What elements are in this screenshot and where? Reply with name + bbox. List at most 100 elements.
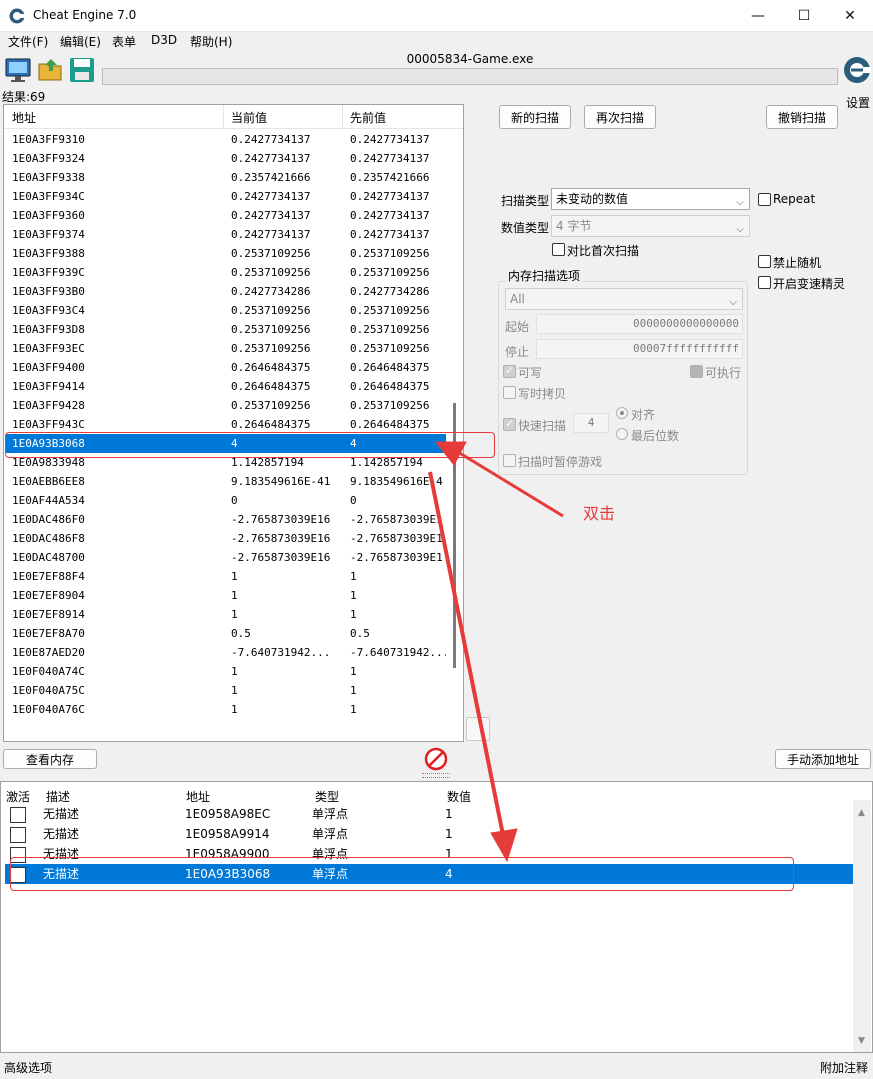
table-row[interactable]: 无描述 1E0958A9914 单浮点 1 <box>5 824 854 844</box>
save-disk-icon[interactable] <box>68 56 96 84</box>
scroll-up-icon[interactable]: ▲ <box>858 808 865 818</box>
column-active[interactable]: 激活 <box>6 788 30 805</box>
splitter-button[interactable] <box>466 717 490 741</box>
found-row[interactable]: 1E0A3FF9400 0.2646484375 0.2646484375 <box>6 358 446 377</box>
new-scan-button[interactable]: 新的扫描 <box>499 105 571 129</box>
found-current-value-cell: 0.2646484375 <box>231 361 311 374</box>
align-radio[interactable] <box>616 407 628 419</box>
found-row[interactable]: 1E0E87AED20 -7.640731942... -7.640731942..… <box>6 643 446 662</box>
found-address-cell: 1E0A3FF93B0 <box>12 285 85 298</box>
view-memory-button[interactable]: 查看内存 <box>3 749 97 769</box>
found-address-cell: 1E0F040A76C <box>12 703 85 716</box>
column-address[interactable]: 地址 <box>12 109 36 126</box>
found-row[interactable]: 1E0A3FF93B0 0.2427734286 0.2427734286 <box>6 282 446 301</box>
scan-type-select[interactable]: 未变动的数值 ⌵ <box>551 188 750 210</box>
found-row[interactable]: 1E0A3FF9374 0.2427734137 0.2427734137 <box>6 225 446 244</box>
column-address[interactable]: 地址 <box>186 788 210 805</box>
address-list-scrollbar[interactable]: ▲ ▼ <box>853 800 871 1052</box>
copy-on-write-checkbox[interactable] <box>503 386 516 399</box>
found-row[interactable]: 1E0A3FF9310 0.2427734137 0.2427734137 <box>6 130 446 149</box>
table-row[interactable]: 无描述 1E0958A98EC 单浮点 1 <box>5 804 854 824</box>
found-row[interactable]: 1E0DAC48700 -2.765873039E16 -2.765873039E1 <box>6 548 446 567</box>
monitor-icon[interactable] <box>4 56 32 84</box>
advanced-options-link[interactable]: 高级选项 <box>4 1059 52 1076</box>
undo-scan-button[interactable]: 撤销扫描 <box>766 105 838 129</box>
found-row[interactable]: 1E0A3FF934C 0.2427734137 0.2427734137 <box>6 187 446 206</box>
found-address-list[interactable]: 地址 当前值 先前值 1E0A3FF9310 0.2427734137 0.2427… <box>3 104 464 742</box>
found-row[interactable]: 1E0A3FF9324 0.2427734137 0.2427734137 <box>6 149 446 168</box>
last-digits-radio[interactable] <box>616 428 628 440</box>
found-address-cell: 1E0A3FF934C <box>12 190 85 203</box>
disable-random-checkbox[interactable] <box>758 255 771 268</box>
menu-d3d[interactable]: D3D <box>151 33 177 47</box>
value-cell: 1 <box>445 827 453 841</box>
found-row[interactable]: 1E0DAC486F0 -2.765873039E16 -2.765873039E1 <box>6 510 446 529</box>
column-previous-value[interactable]: 先前值 <box>350 109 386 126</box>
active-checkbox[interactable] <box>10 827 26 843</box>
found-previous-value-cell: 0.2646484375 <box>350 361 430 374</box>
found-row[interactable]: 1E0A3FF93C4 0.2537109256 0.2537109256 <box>6 301 446 320</box>
found-current-value-cell: 1 <box>231 703 238 716</box>
found-row[interactable]: 1E0E7EF8A70 0.5 0.5 <box>6 624 446 643</box>
menu-help[interactable]: 帮助(H) <box>190 33 232 50</box>
add-address-button[interactable]: 手动添加地址 <box>775 749 871 769</box>
found-row[interactable]: 1E0AEBB6EE8 9.183549616E-41 9.183549616E-4 <box>6 472 446 491</box>
found-address-cell: 1E0A3FF9338 <box>12 171 85 184</box>
found-row[interactable]: 1E0A3FF9338 0.2357421666 0.2357421666 <box>6 168 446 187</box>
table-extras-link[interactable]: 附加注释 <box>820 1059 868 1076</box>
found-previous-value-cell: -7.640731942... <box>350 646 446 659</box>
found-current-value-cell: -7.640731942... <box>231 646 331 659</box>
found-previous-value-cell: -2.765873039E1 <box>350 551 443 564</box>
value-type-select[interactable]: 4 字节 ⌵ <box>551 215 750 237</box>
menu-edit[interactable]: 编辑(E) <box>60 33 101 50</box>
found-row[interactable]: 1E0F040A76C 1 1 <box>6 700 446 719</box>
found-row[interactable]: 1E0A3FF93D8 0.2537109256 0.2537109256 <box>6 320 446 339</box>
found-row[interactable]: 1E0A3FF9414 0.2646484375 0.2646484375 <box>6 377 446 396</box>
start-address-field[interactable]: 0000000000000000 <box>536 314 743 334</box>
found-row[interactable]: 1E0F040A74C 1 1 <box>6 662 446 681</box>
settings-label[interactable]: 设置 <box>846 94 870 111</box>
minimize-button[interactable]: — <box>735 0 781 32</box>
fast-scan-value[interactable]: 4 <box>573 413 609 433</box>
executable-checkbox[interactable] <box>690 365 703 378</box>
writable-checkbox[interactable] <box>503 364 516 378</box>
no-entry-icon[interactable] <box>424 747 448 771</box>
found-previous-value-cell: 0.2537109256 <box>350 399 430 412</box>
found-row[interactable]: 1E0DAC486F8 -2.765873039E16 -2.765873039E1 <box>6 529 446 548</box>
column-current-value[interactable]: 当前值 <box>231 109 267 126</box>
cheat-table-list[interactable]: 激活 描述 地址 类型 数值 无描述 1E0958A98EC 单浮点 1 无描述 1E09… <box>0 781 873 1053</box>
column-value[interactable]: 数值 <box>447 788 471 805</box>
compare-first-checkbox[interactable] <box>552 243 565 256</box>
fast-scan-checkbox[interactable] <box>503 417 516 431</box>
found-row[interactable]: 1E0A3FF93EC 0.2537109256 0.2537109256 <box>6 339 446 358</box>
found-row[interactable]: 1E0A3FF9388 0.2537109256 0.2537109256 <box>6 244 446 263</box>
column-description[interactable]: 描述 <box>46 788 70 805</box>
splitter-grip[interactable] <box>422 773 450 778</box>
open-folder-icon[interactable] <box>37 56 65 84</box>
repeat-checkbox[interactable] <box>758 193 771 206</box>
found-address-cell: 1E0A3FF9400 <box>12 361 85 374</box>
found-row[interactable]: 1E0A3FF9360 0.2427734137 0.2427734137 <box>6 206 446 225</box>
next-scan-button[interactable]: 再次扫描 <box>584 105 656 129</box>
stop-address-field[interactable]: 00007fffffffffff <box>536 339 743 359</box>
found-row[interactable]: 1E0E7EF8914 1 1 <box>6 605 446 624</box>
found-row[interactable]: 1E0F040A75C 1 1 <box>6 681 446 700</box>
pause-game-checkbox[interactable] <box>503 454 516 467</box>
found-row[interactable]: 1E0AF44A534 0 0 <box>6 491 446 510</box>
found-row[interactable]: 1E0E7EF8904 1 1 <box>6 586 446 605</box>
speedhack-checkbox[interactable] <box>758 276 771 289</box>
menu-file[interactable]: 文件(F) <box>8 33 48 50</box>
found-previous-value-cell: 1 <box>350 570 357 583</box>
maximize-button[interactable]: ☐ <box>781 0 827 32</box>
scroll-down-icon[interactable]: ▼ <box>858 1036 865 1046</box>
found-row[interactable]: 1E0A3FF9428 0.2537109256 0.2537109256 <box>6 396 446 415</box>
settings-logo-icon[interactable] <box>842 52 872 92</box>
scan-type-value: 未变动的数值 <box>556 192 629 206</box>
region-select[interactable]: All ⌵ <box>505 288 743 310</box>
menu-table[interactable]: 表单 <box>112 33 136 50</box>
close-button[interactable]: ✕ <box>827 0 873 32</box>
active-checkbox[interactable] <box>10 807 26 823</box>
found-row[interactable]: 1E0A3FF939C 0.2537109256 0.2537109256 <box>6 263 446 282</box>
column-type[interactable]: 类型 <box>315 788 339 805</box>
found-row[interactable]: 1E0E7EF88F4 1 1 <box>6 567 446 586</box>
